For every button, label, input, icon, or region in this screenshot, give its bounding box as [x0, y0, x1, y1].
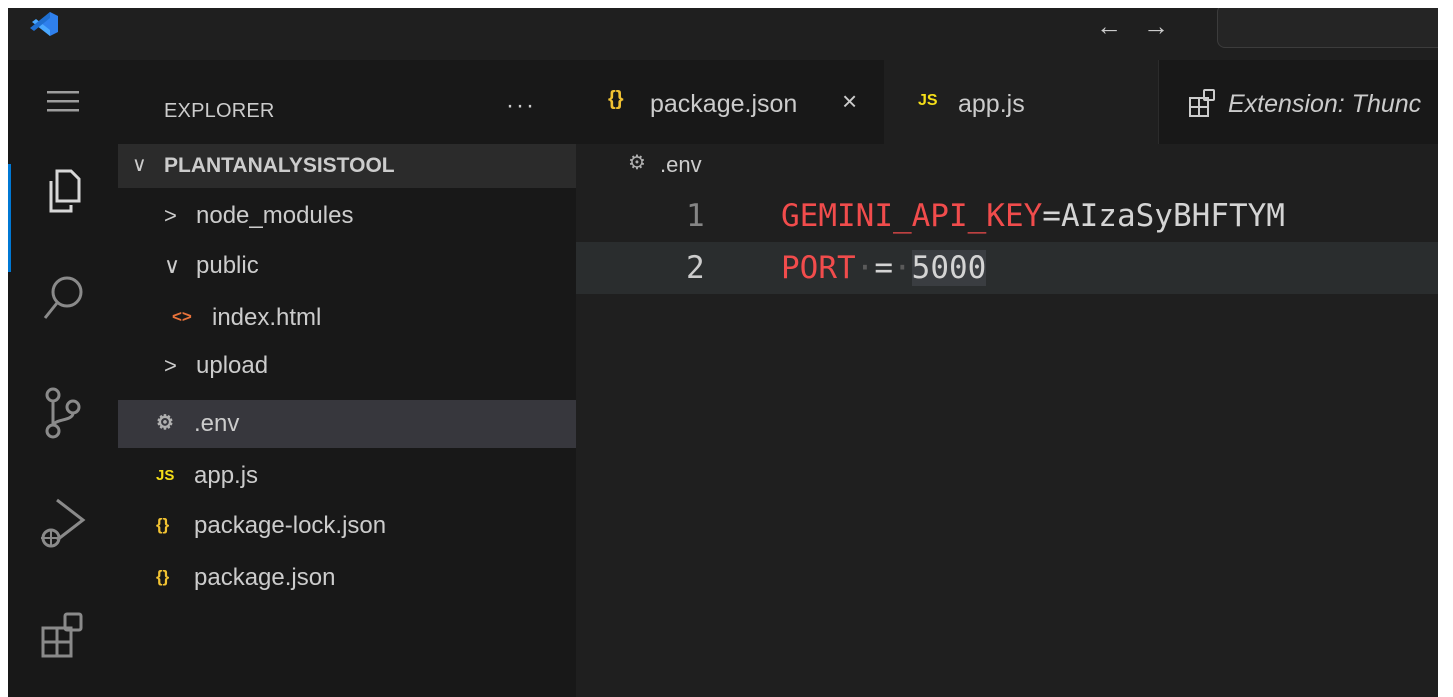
- nav-back-button[interactable]: ←: [1096, 12, 1122, 40]
- code-editor[interactable]: 1 GEMINI_API_KEY=AIzaSyBHFTYM 2 PORT·=·5…: [576, 188, 1438, 697]
- extensions-icon: [41, 612, 83, 658]
- tree-item-index-html[interactable]: <> index.html: [118, 294, 576, 342]
- close-icon[interactable]: ×: [842, 86, 857, 117]
- chevron-right-icon: >: [164, 203, 177, 228]
- tree-item-package-json[interactable]: {} package.json: [118, 554, 576, 602]
- explorer-sidebar: EXPLORER ··· ∨ PLANTANALYSISTOOL > node_…: [118, 60, 577, 697]
- breadcrumb-item-env[interactable]: .env: [660, 152, 702, 178]
- tree-item-label: public: [196, 252, 259, 279]
- activity-source-control[interactable]: [8, 378, 118, 448]
- tree-item-upload[interactable]: > upload: [118, 342, 576, 390]
- activity-search[interactable]: [8, 264, 118, 334]
- extensions-icon: [1189, 89, 1215, 117]
- explorer-more-actions-button[interactable]: ···: [506, 92, 536, 120]
- chevron-down-icon: ∨: [164, 253, 181, 278]
- breadcrumb: ⚙ .env: [576, 144, 1438, 188]
- tab-label: app.js: [958, 90, 1025, 118]
- activity-extensions[interactable]: [8, 602, 118, 672]
- env-operator: =: [874, 250, 893, 286]
- activity-bar: [8, 60, 118, 697]
- env-operator: =: [1042, 198, 1061, 234]
- chevron-right-icon: >: [164, 353, 177, 378]
- js-file-icon: JS: [156, 467, 175, 484]
- activity-explorer[interactable]: [8, 156, 118, 272]
- html-file-icon: <>: [172, 307, 192, 326]
- env-key: GEMINI_API_KEY: [781, 198, 1043, 234]
- title-bar: ← →: [8, 8, 1438, 60]
- line-number: 1: [686, 198, 705, 234]
- tab-package-json[interactable]: {} package.json ×: [576, 60, 885, 144]
- tab-app-js[interactable]: JS app.js: [884, 60, 1159, 144]
- editor-area: {} package.json × JS app.js Extension: T…: [576, 60, 1438, 697]
- tree-item-label: package-lock.json: [194, 512, 387, 539]
- tree-item-label: node_modules: [196, 202, 354, 229]
- tab-label: Extension: Thunc: [1228, 90, 1422, 118]
- line-number: 2: [686, 250, 705, 286]
- explorer-icon: [49, 169, 81, 213]
- gear-icon: ⚙: [156, 412, 174, 434]
- tab-label: package.json: [650, 90, 798, 118]
- chevron-down-icon: ∨: [132, 154, 147, 176]
- code-line-current[interactable]: 2 PORT·=·5000: [576, 242, 1438, 294]
- tab-extension[interactable]: Extension: Thunc: [1158, 60, 1438, 144]
- source-control-icon: [45, 387, 81, 439]
- line-content: PORT·=·5000: [781, 250, 987, 286]
- tree-item-label: index.html: [212, 304, 322, 331]
- activity-run-debug[interactable]: [8, 488, 118, 558]
- env-value: 5000: [911, 250, 987, 286]
- tree-item-package-lock-json[interactable]: {} package-lock.json: [118, 502, 576, 550]
- json-file-icon: {}: [156, 515, 170, 534]
- hamburger-menu-icon: [47, 91, 79, 112]
- code-line[interactable]: 1 GEMINI_API_KEY=AIzaSyBHFTYM: [576, 190, 1438, 242]
- workspace-folder-name: PLANTANALYSISTOOL: [164, 154, 395, 177]
- env-value: AIzaSyBHFTYM: [1060, 198, 1285, 234]
- search-icon: [43, 276, 83, 319]
- gear-icon: ⚙: [628, 152, 646, 174]
- command-center-search[interactable]: [1217, 8, 1438, 48]
- nav-forward-button[interactable]: →: [1143, 12, 1169, 40]
- js-file-icon: JS: [918, 92, 938, 109]
- tree-item-label: app.js: [194, 462, 259, 489]
- tree-item-app-js[interactable]: JS app.js: [118, 452, 576, 500]
- editor-tab-bar: {} package.json × JS app.js Extension: T…: [576, 60, 1438, 144]
- run-debug-icon: [41, 498, 86, 548]
- menu-button[interactable]: [8, 66, 118, 136]
- tree-item-label: upload: [196, 352, 269, 379]
- json-file-icon: {}: [608, 88, 624, 110]
- tree-item-env[interactable]: ⚙ .env: [118, 400, 576, 448]
- line-content: GEMINI_API_KEY=AIzaSyBHFTYM: [781, 198, 1285, 234]
- tree-item-public[interactable]: ∨ public: [118, 242, 576, 290]
- tree-item-label: package.json: [194, 564, 336, 591]
- workspace-folder-header[interactable]: ∨ PLANTANALYSISTOOL: [118, 144, 576, 188]
- env-key: PORT: [781, 250, 856, 286]
- tree-item-label: .env: [194, 410, 240, 437]
- vscode-window: ← → EXPLORER ··· ∨ PLANTANALYSISTOOL > n…: [8, 8, 1438, 697]
- vscode-logo-icon[interactable]: [28, 10, 60, 38]
- explorer-title: EXPLORER: [164, 100, 275, 122]
- json-file-icon: {}: [156, 567, 170, 586]
- tree-item-node-modules[interactable]: > node_modules: [118, 192, 576, 240]
